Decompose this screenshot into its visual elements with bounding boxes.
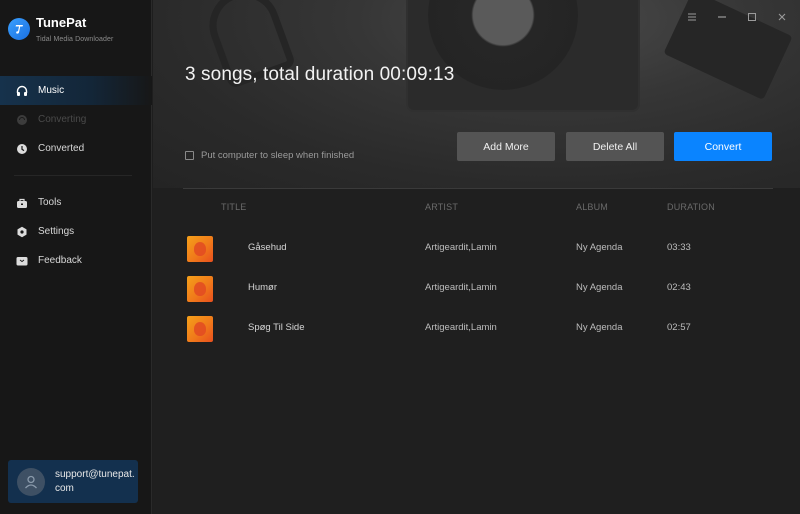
support-email: support@tunepat.com: [55, 468, 135, 494]
column-header-album[interactable]: ALBUM: [576, 202, 608, 212]
table-header: TITLE ARTIST ALBUM DURATION: [153, 202, 800, 216]
song-title: Gåsehud: [248, 242, 287, 253]
table-row[interactable]: Gåsehud Artigeardit,Lamin Ny Agenda 03:3…: [153, 228, 800, 268]
album-cover: [187, 316, 213, 342]
mail-icon: [16, 255, 28, 267]
sleep-checkbox[interactable]: [185, 151, 194, 160]
window-controls: [684, 9, 790, 25]
menu-icon[interactable]: [684, 9, 700, 25]
sleep-checkbox-label: Put computer to sleep when finished: [201, 150, 355, 161]
delete-all-button[interactable]: Delete All: [566, 132, 664, 161]
sidebar-item-feedback[interactable]: Feedback: [0, 246, 152, 275]
app-subtitle: Tidal Media Downloader: [36, 36, 114, 43]
sidebar-item-converted[interactable]: Converted: [0, 134, 152, 163]
song-album: Ny Agenda: [576, 242, 623, 253]
sleep-when-finished-option[interactable]: Put computer to sleep when finished: [185, 150, 354, 161]
toolbox-icon: [16, 197, 28, 209]
sidebar-item-label: Converting: [38, 114, 87, 125]
sidebar-nav: Music Converting Converted Tools Setting…: [0, 76, 152, 275]
sidebar-divider: [14, 175, 132, 176]
song-duration: 02:43: [667, 282, 691, 293]
sidebar-item-music[interactable]: Music: [0, 76, 152, 105]
maximize-icon[interactable]: [744, 9, 760, 25]
song-title: Spøg Til Side: [248, 322, 305, 333]
album-cover: [187, 236, 213, 262]
clock-icon: [16, 143, 28, 155]
sidebar-item-converting[interactable]: Converting: [0, 105, 152, 134]
gear-icon: [16, 226, 28, 238]
close-icon[interactable]: [774, 9, 790, 25]
song-list: Gåsehud Artigeardit,Lamin Ny Agenda 03:3…: [153, 228, 800, 348]
headphones-icon: [16, 85, 28, 97]
minimize-icon[interactable]: [714, 9, 730, 25]
song-album: Ny Agenda: [576, 322, 623, 333]
support-account-button[interactable]: support@tunepat.com: [8, 460, 138, 503]
sidebar-item-label: Music: [38, 85, 65, 96]
sidebar-item-tools[interactable]: Tools: [0, 188, 152, 217]
converting-icon: [16, 114, 28, 126]
sidebar-item-label: Converted: [38, 143, 85, 154]
sidebar-item-label: Feedback: [38, 255, 82, 266]
main-panel: 3 songs, total duration 00:09:13 Put com…: [153, 0, 800, 514]
sidebar-item-settings[interactable]: Settings: [0, 217, 152, 246]
song-artist: Artigeardit,Lamin: [425, 282, 497, 293]
song-duration: 03:33: [667, 242, 691, 253]
song-title: Humør: [248, 282, 278, 293]
column-header-artist[interactable]: ARTIST: [425, 202, 458, 212]
song-artist: Artigeardit,Lamin: [425, 322, 497, 333]
sidebar-item-label: Tools: [38, 197, 62, 208]
column-header-title[interactable]: TITLE: [221, 202, 247, 212]
avatar: [17, 467, 45, 496]
header-divider: [183, 188, 773, 189]
song-artist: Artigeardit,Lamin: [425, 242, 497, 253]
app-logo-icon: [8, 18, 30, 40]
song-duration: 02:57: [667, 322, 691, 333]
table-row[interactable]: Humør Artigeardit,Lamin Ny Agenda 02:43: [153, 268, 800, 308]
sidebar-item-label: Settings: [38, 226, 75, 237]
table-row[interactable]: Spøg Til Side Artigeardit,Lamin Ny Agend…: [153, 308, 800, 348]
column-header-duration[interactable]: DURATION: [667, 202, 715, 212]
sidebar: TunePat Tidal Media Downloader Music Con…: [0, 0, 152, 514]
add-more-button[interactable]: Add More: [457, 132, 555, 161]
convert-button[interactable]: Convert: [674, 132, 772, 161]
album-cover: [187, 276, 213, 302]
header-banner: 3 songs, total duration 00:09:13 Put com…: [153, 0, 800, 188]
songs-summary: 3 songs, total duration 00:09:13: [185, 64, 455, 85]
user-icon: [25, 475, 37, 488]
brand: TunePat Tidal Media Downloader: [8, 14, 113, 43]
app-name: TunePat: [36, 15, 87, 30]
song-album: Ny Agenda: [576, 282, 623, 293]
